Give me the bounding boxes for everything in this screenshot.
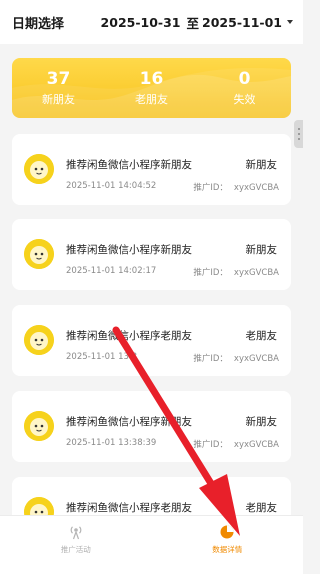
record-status: 老朋友 xyxy=(245,330,278,342)
broadcast-icon xyxy=(70,526,82,540)
record-time: 2025-11-01 14:02:17 xyxy=(66,266,157,276)
stat-invalid[interactable]: 0 失效 xyxy=(205,68,285,108)
record-promo: 推广ID： xyxGVCBA xyxy=(193,352,279,364)
stat-value: 16 xyxy=(139,69,164,89)
record-title: 推荐闲鱼微信小程序新朋友 xyxy=(66,159,192,171)
record-title: 推荐闲鱼微信小程序老朋友 xyxy=(66,502,192,514)
dropdown-caret-icon xyxy=(287,20,293,24)
side-handle[interactable] xyxy=(294,120,303,148)
stat-label: 老朋友 xyxy=(135,93,168,106)
record-promo: 推广ID： xyxGVCBA xyxy=(193,438,279,450)
stat-value: 37 xyxy=(46,69,71,89)
start-date: 2025-10-31 xyxy=(100,14,181,30)
tab-label: 数据详情 xyxy=(212,545,243,554)
stat-old-friends[interactable]: 16 老朋友 xyxy=(112,68,192,108)
end-date: 2025-11-01 xyxy=(202,14,282,30)
date-separator: 至 xyxy=(186,15,200,31)
record-status: 新朋友 xyxy=(245,159,278,171)
promo-label: 推广ID： xyxy=(193,354,228,364)
record-card[interactable]: 推荐闲鱼微信小程序新朋友 新朋友 2025-11-01 14:02:17 推广I… xyxy=(12,219,291,290)
record-title: 推荐闲鱼微信小程序新朋友 xyxy=(66,416,192,428)
record-promo: 推广ID： xyxGVCBA xyxy=(193,181,279,193)
date-select-title: 日期选择 xyxy=(12,16,65,32)
record-status: 新朋友 xyxy=(245,244,278,256)
stat-label: 新朋友 xyxy=(42,93,75,106)
date-header: 日期选择 2025-10-31 至 2025-11-01 xyxy=(0,0,303,44)
promo-id: xyxGVCBA xyxy=(233,354,279,364)
record-card[interactable]: 推荐闲鱼微信小程序老朋友 老朋友 2025-11-01 13:3 推广ID： xy… xyxy=(12,305,291,376)
stats-banner: 37 新朋友 16 老朋友 0 失效 xyxy=(12,58,291,118)
stat-label: 失效 xyxy=(233,93,256,106)
mascot-avatar-icon xyxy=(24,239,54,269)
promo-label: 推广ID： xyxy=(193,183,228,193)
mascot-avatar-icon xyxy=(24,154,54,184)
record-time: 2025-11-01 14:04:52 xyxy=(66,181,157,191)
bottom-tab-bar: 推广活动 数据详情 xyxy=(0,515,303,574)
promo-id: xyxGVCBA xyxy=(233,268,279,278)
record-card[interactable]: 推荐闲鱼微信小程序新朋友 新朋友 2025-11-01 14:04:52 推广I… xyxy=(12,134,291,205)
date-range-picker[interactable]: 2025-10-31 至 2025-11-01 xyxy=(101,13,293,32)
record-time: 2025-11-01 13:38:39 xyxy=(66,438,157,448)
tab-label: 推广活动 xyxy=(60,545,91,554)
tab-promotion[interactable]: 推广活动 xyxy=(0,516,152,574)
stat-value: 0 xyxy=(238,69,251,89)
stat-new-friends[interactable]: 37 新朋友 xyxy=(19,68,99,108)
promo-id: xyxGVCBA xyxy=(233,440,279,450)
pie-chart-icon xyxy=(220,525,234,539)
tab-data-details[interactable]: 数据详情 xyxy=(152,516,304,574)
promo-id: xyxGVCBA xyxy=(233,183,279,193)
record-time: 2025-11-01 13:3 xyxy=(66,352,138,362)
record-status: 新朋友 xyxy=(245,416,278,428)
record-title: 推荐闲鱼微信小程序新朋友 xyxy=(66,244,192,256)
mascot-avatar-icon xyxy=(24,325,54,355)
record-promo: 推广ID： xyxGVCBA xyxy=(193,266,279,278)
promo-label: 推广ID： xyxy=(193,268,228,278)
record-title: 推荐闲鱼微信小程序老朋友 xyxy=(66,330,192,342)
record-status: 老朋友 xyxy=(245,502,278,514)
mascot-avatar-icon xyxy=(24,411,54,441)
promo-label: 推广ID： xyxy=(193,440,228,450)
record-card[interactable]: 推荐闲鱼微信小程序新朋友 新朋友 2025-11-01 13:38:39 推广I… xyxy=(12,391,291,462)
